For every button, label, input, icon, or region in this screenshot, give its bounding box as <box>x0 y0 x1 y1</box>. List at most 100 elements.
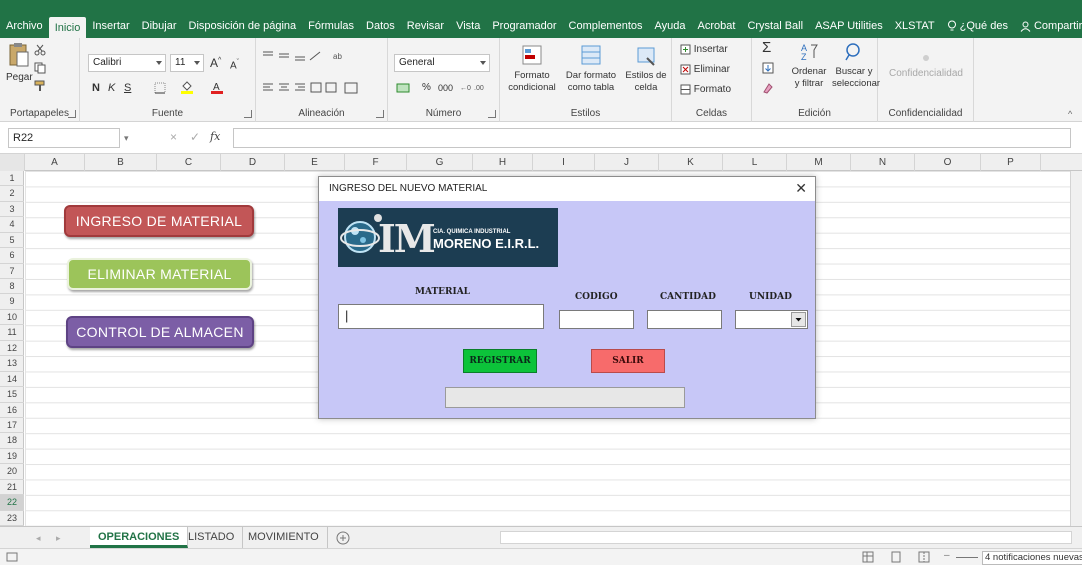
find-select-button[interactable]: Buscar y seleccionar <box>832 42 880 90</box>
column-header[interactable]: E <box>285 154 345 171</box>
macro-recorder-icon[interactable] <box>6 551 18 563</box>
tab-disposicion[interactable]: Disposición de página <box>183 14 303 38</box>
column-header[interactable]: J <box>595 154 659 171</box>
page-break-icon[interactable] <box>918 551 930 563</box>
tab-vista[interactable]: Vista <box>450 14 486 38</box>
row-header[interactable]: 21 <box>0 480 24 496</box>
column-header[interactable]: P <box>981 154 1041 171</box>
paste-button[interactable]: Pegar <box>6 42 33 84</box>
column-header[interactable]: G <box>407 154 473 171</box>
column-header[interactable]: M <box>787 154 851 171</box>
font-size-select[interactable]: 11 <box>170 54 204 72</box>
zoom-slider[interactable] <box>956 557 978 558</box>
conditional-format-button[interactable]: Formato condicional <box>506 44 558 94</box>
eliminar-material-button[interactable]: ELIMINAR MATERIAL <box>67 258 252 290</box>
material-input[interactable]: | <box>338 304 544 329</box>
column-header[interactable]: L <box>723 154 787 171</box>
sort-filter-button[interactable]: AZ Ordenar y filtrar <box>788 42 830 90</box>
row-header[interactable]: 12 <box>0 341 24 357</box>
column-header[interactable]: N <box>851 154 915 171</box>
column-header[interactable]: H <box>473 154 533 171</box>
align-top-icon[interactable] <box>262 50 322 62</box>
underline-button[interactable]: S <box>124 82 131 94</box>
tab-archivo[interactable]: Archivo <box>0 14 49 38</box>
row-header[interactable]: 6 <box>0 248 24 264</box>
align-left-icon[interactable] <box>262 82 372 94</box>
alignment-launcher-icon[interactable] <box>376 110 384 118</box>
number-launcher-icon[interactable] <box>488 110 496 118</box>
tab-complementos[interactable]: Complementos <box>563 14 649 38</box>
row-header[interactable]: 3 <box>0 202 24 218</box>
increase-decimal-icon[interactable]: ←0.00 <box>460 81 488 93</box>
tab-xlstat[interactable]: XLSTAT <box>889 14 941 38</box>
column-header[interactable]: D <box>221 154 285 171</box>
row-header[interactable]: 10 <box>0 310 24 326</box>
font-color-icon[interactable]: A <box>210 80 224 94</box>
wrap-text-icon[interactable]: ab <box>332 50 344 62</box>
number-format-select[interactable]: General <box>394 54 490 72</box>
row-header[interactable]: 15 <box>0 387 24 403</box>
vertical-scrollbar[interactable] <box>1070 171 1082 526</box>
font-name-select[interactable]: Calibri <box>88 54 166 72</box>
tab-datos[interactable]: Datos <box>360 14 401 38</box>
collapse-ribbon-icon[interactable]: ^ <box>1068 108 1072 120</box>
cantidad-input[interactable] <box>647 310 722 329</box>
notifications-badge[interactable]: 4 notificaciones nuevas <box>982 551 1082 565</box>
row-header[interactable]: 17 <box>0 418 24 434</box>
tab-ayuda[interactable]: Ayuda <box>649 14 692 38</box>
name-box-dropdown-icon[interactable]: ▾ <box>124 132 129 144</box>
salir-button[interactable]: SALIR <box>591 349 665 373</box>
sheet-tab-movimiento[interactable]: MOVIMIENTO <box>240 527 328 548</box>
unidad-select[interactable] <box>735 310 808 329</box>
clear-icon[interactable] <box>762 82 774 94</box>
row-header[interactable]: 22 <box>0 495 24 511</box>
row-header[interactable]: 14 <box>0 372 24 388</box>
format-painter-icon[interactable] <box>34 80 46 92</box>
row-header[interactable]: 20 <box>0 464 24 480</box>
control-almacen-button[interactable]: CONTROL DE ALMACEN <box>66 316 254 348</box>
cut-icon[interactable] <box>34 44 46 56</box>
bold-button[interactable]: N <box>92 82 100 94</box>
tab-asap-utilities[interactable]: ASAP Utilities <box>809 14 889 38</box>
row-header[interactable]: 9 <box>0 294 24 310</box>
tab-inicio[interactable]: Inicio <box>48 17 87 38</box>
insert-cells-button[interactable]: Insertar <box>680 44 728 56</box>
column-header[interactable]: B <box>85 154 157 171</box>
row-header[interactable]: 23 <box>0 511 24 526</box>
borders-icon[interactable] <box>154 82 166 94</box>
delete-cells-button[interactable]: Eliminar <box>680 64 730 76</box>
font-launcher-icon[interactable] <box>244 110 252 118</box>
row-header[interactable]: 8 <box>0 279 24 295</box>
row-header[interactable]: 1 <box>0 171 24 187</box>
currency-icon[interactable] <box>396 82 410 94</box>
sheet-tab-operaciones[interactable]: OPERACIONES <box>90 527 189 548</box>
row-header[interactable]: 7 <box>0 264 24 280</box>
thousands-button[interactable]: 000 <box>438 82 453 94</box>
cell-styles-button[interactable]: Estilos de celda <box>624 44 668 94</box>
autosum-icon[interactable]: Σ <box>762 40 771 55</box>
tab-dibujar[interactable]: Dibujar <box>136 14 183 38</box>
column-header[interactable]: A <box>25 154 85 171</box>
close-icon[interactable]: ✕ <box>795 180 807 197</box>
row-header[interactable]: 4 <box>0 217 24 233</box>
format-as-table-button[interactable]: Dar formato como tabla <box>560 44 622 94</box>
row-header[interactable]: 2 <box>0 186 24 202</box>
column-header[interactable]: I <box>533 154 595 171</box>
insert-function-button[interactable]: fx <box>210 131 220 143</box>
row-header[interactable]: 16 <box>0 403 24 418</box>
grow-font-icon[interactable]: A^ <box>210 55 221 69</box>
unidad-dropdown-button[interactable] <box>791 312 806 327</box>
row-header[interactable]: 11 <box>0 325 24 341</box>
add-sheet-icon[interactable] <box>336 531 350 545</box>
italic-button[interactable]: K <box>108 82 115 94</box>
tell-me-box[interactable]: ¿Qué des <box>941 14 1014 38</box>
sensitivity-button[interactable]: Confidencialidad <box>886 52 966 80</box>
tab-insertar[interactable]: Insertar <box>86 14 135 38</box>
tab-programador[interactable]: Programador <box>486 14 562 38</box>
row-header[interactable]: 5 <box>0 233 24 249</box>
column-header[interactable]: O <box>915 154 981 171</box>
codigo-input[interactable] <box>559 310 634 329</box>
tab-formulas[interactable]: Fórmulas <box>302 14 360 38</box>
clipboard-launcher-icon[interactable] <box>68 110 76 118</box>
confirm-entry-icon[interactable]: ✓ <box>190 131 200 143</box>
